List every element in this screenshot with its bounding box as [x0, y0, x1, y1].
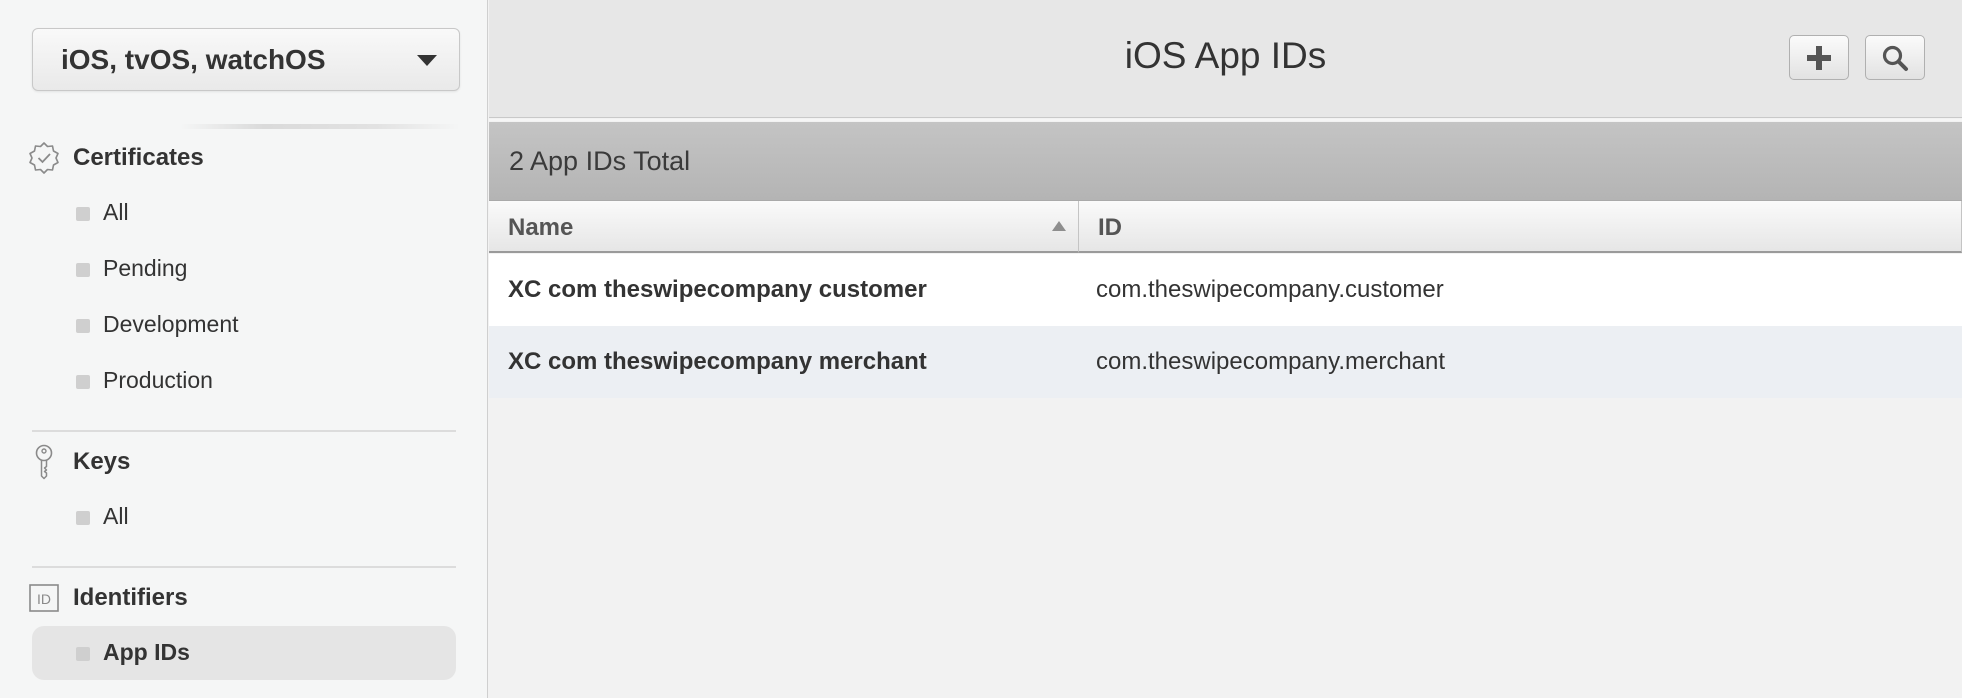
page-title: iOS App IDs	[1124, 35, 1327, 76]
svg-text:ID: ID	[37, 591, 51, 607]
bullet-icon	[76, 511, 90, 525]
summary-bar: 2 App IDs Total	[489, 122, 1962, 201]
key-icon	[28, 444, 60, 480]
sidebar-item-label: All	[103, 199, 129, 225]
sidebar-item-certificates-pending[interactable]: Pending	[32, 242, 456, 296]
main-content: iOS App IDs 2 App IDs Total Name ID XC c…	[489, 0, 1962, 698]
section-title-keys: Keys	[73, 448, 131, 475]
sidebar-item-app-ids[interactable]: App IDs	[32, 626, 456, 680]
sidebar-item-label: Pending	[103, 255, 188, 281]
sidebar-item-label: App IDs	[103, 639, 190, 665]
section-certificates: Certificates	[28, 140, 204, 176]
header-divider	[489, 119, 1962, 121]
sidebar-item-certificates-all[interactable]: All	[32, 186, 456, 240]
search-icon	[1882, 45, 1908, 71]
app-id-name: XC com theswipecompany customer	[508, 276, 927, 303]
bullet-icon	[76, 647, 90, 661]
sidebar-item-certificates-production[interactable]: Production	[32, 354, 456, 408]
column-header-label: ID	[1098, 214, 1122, 241]
search-button[interactable]	[1865, 35, 1925, 80]
section-keys: Keys	[28, 444, 130, 480]
section-identifiers: ID Identifiers	[28, 580, 188, 616]
column-header-name[interactable]: Name	[489, 201, 1079, 253]
sidebar-item-label: Development	[103, 311, 239, 337]
sidebar-item-keys-all[interactable]: All	[32, 490, 456, 544]
bullet-icon	[76, 375, 90, 389]
sort-ascending-icon	[1052, 221, 1066, 231]
page-header: iOS App IDs	[489, 0, 1962, 118]
bullet-icon	[76, 263, 90, 277]
id-icon: ID	[28, 581, 60, 615]
sidebar: iOS, tvOS, watchOS Certificates All Pend…	[0, 0, 488, 698]
sidebar-item-label: All	[103, 503, 129, 529]
add-button[interactable]	[1789, 35, 1849, 80]
sidebar-divider	[32, 430, 456, 432]
platform-select-value: iOS, tvOS, watchOS	[61, 44, 326, 75]
platform-select[interactable]: iOS, tvOS, watchOS	[32, 28, 460, 91]
sidebar-item-label: Production	[103, 367, 213, 393]
sidebar-divider-shadow	[180, 124, 460, 129]
app-id-name: XC com theswipecompany merchant	[508, 348, 927, 375]
table-row[interactable]: XC com theswipecompany merchant com.thes…	[489, 326, 1962, 398]
section-title-certificates: Certificates	[73, 144, 204, 171]
app-id-identifier: com.theswipecompany.merchant	[1096, 348, 1446, 375]
section-title-identifiers: Identifiers	[73, 584, 188, 611]
plus-icon	[1807, 45, 1831, 70]
bullet-icon	[76, 207, 90, 221]
table-row[interactable]: XC com theswipecompany customer com.thes…	[489, 254, 1962, 326]
chevron-down-icon	[417, 55, 437, 66]
app-id-identifier: com.theswipecompany.customer	[1096, 276, 1444, 303]
sidebar-divider	[32, 566, 456, 568]
total-count: 2 App IDs Total	[509, 146, 691, 176]
column-header-id[interactable]: ID	[1079, 201, 1962, 253]
badge-icon	[28, 141, 60, 175]
sidebar-item-certificates-development[interactable]: Development	[32, 298, 456, 352]
column-header-label: Name	[508, 214, 574, 241]
bullet-icon	[76, 319, 90, 333]
